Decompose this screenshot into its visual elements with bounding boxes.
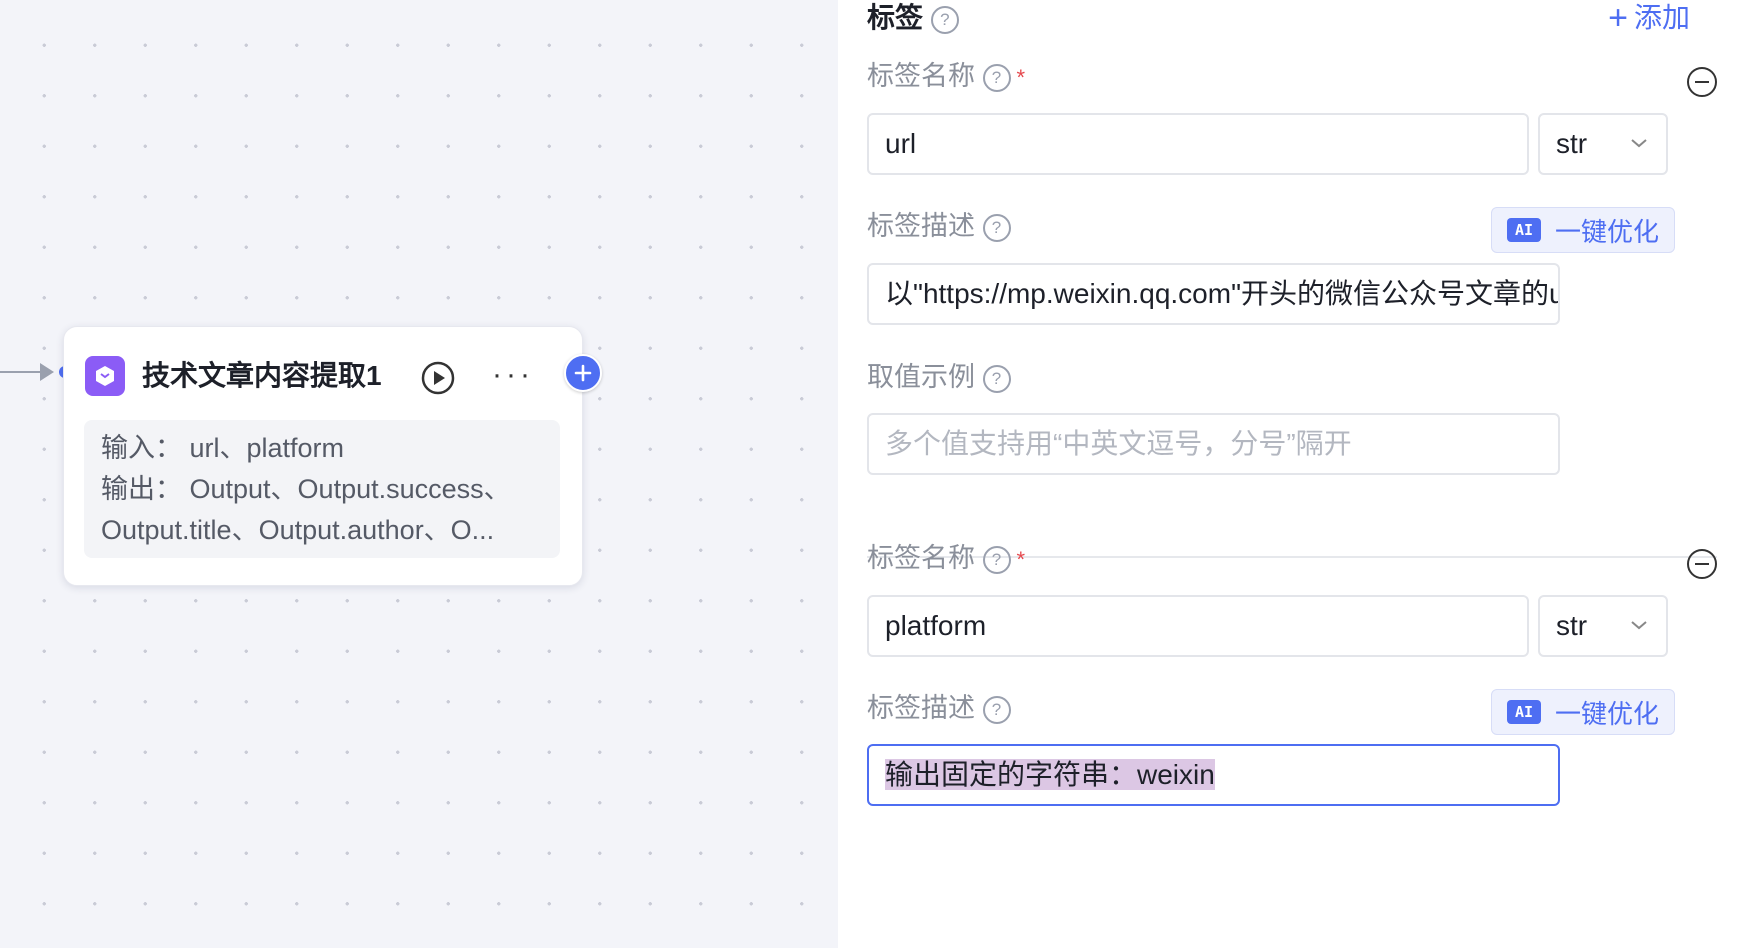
workflow-canvas[interactable]: 技术文章内容提取1 ··· 输入： url、platform 输出： Outpu…: [0, 0, 838, 948]
type-select-value: str: [1556, 610, 1588, 641]
tag-example-label: 取值示例 ?: [867, 359, 1011, 395]
node-io-summary: 输入： url、platform 输出： Output、Output.succe…: [84, 420, 560, 558]
play-icon: [421, 361, 455, 395]
type-select-value: str: [1556, 128, 1588, 159]
tag-example-label-text: 取值示例: [867, 362, 975, 392]
type-select[interactable]: str: [1538, 113, 1668, 175]
selected-text: 输出固定的字符串：weixin: [885, 759, 1215, 790]
help-icon[interactable]: ?: [982, 545, 1011, 574]
tag-name-input[interactable]: url: [867, 113, 1529, 175]
help-icon[interactable]: ?: [982, 63, 1011, 92]
help-icon[interactable]: ?: [982, 695, 1011, 724]
more-options-button[interactable]: ···: [491, 360, 535, 396]
tag-name-label: 标签名称 ? *: [867, 58, 1025, 96]
type-select[interactable]: str: [1538, 595, 1668, 657]
tag-example-input[interactable]: 多个值支持用“中英文逗号，分号”隔开: [867, 413, 1560, 475]
tag-name-label: 标签名称 ? *: [867, 540, 1025, 578]
section-title-text: 标签: [867, 2, 924, 33]
chevron-down-icon: [1631, 139, 1647, 148]
tag-name-label-text: 标签名称: [867, 61, 975, 91]
workflow-node[interactable]: 技术文章内容提取1 ··· 输入： url、platform 输出： Outpu…: [63, 326, 583, 586]
tag-name-label-text: 标签名称: [867, 543, 975, 573]
edge-arrow-icon: [40, 363, 54, 381]
tag-config-panel: 标签 ? + 添加 标签名称 ? * url str 标签描述 ? AI 一键优化 …: [838, 0, 1750, 948]
remove-tag-button[interactable]: [1687, 67, 1717, 97]
tag-desc-label-text: 标签描述: [867, 693, 975, 723]
help-icon[interactable]: ?: [930, 5, 959, 34]
chevron-down-icon: [1631, 621, 1647, 630]
node-output-line: 输出： Output、Output.success、: [101, 474, 511, 504]
ai-optimize-label: 一键优化: [1554, 698, 1659, 729]
required-mark: *: [1016, 64, 1026, 90]
ai-badge-icon: AI: [1506, 218, 1541, 242]
add-node-button[interactable]: [564, 354, 602, 392]
remove-tag-button[interactable]: [1687, 549, 1717, 579]
help-icon[interactable]: ?: [982, 364, 1011, 393]
ai-optimize-label: 一键优化: [1554, 216, 1659, 247]
tag-desc-label: 标签描述 ?: [867, 690, 1011, 726]
node-type-icon: [85, 356, 125, 396]
node-input-line: 输入： url、platform: [101, 433, 345, 463]
tag-desc-input[interactable]: 以"https://mp.weixin.qq.com"开头的微信公众号文章的ur…: [867, 263, 1560, 325]
ai-optimize-button[interactable]: AI 一键优化: [1491, 207, 1675, 253]
tag-desc-input[interactable]: 输出固定的字符串：weixin: [867, 744, 1560, 806]
tag-desc-label: 标签描述 ?: [867, 208, 1011, 244]
add-tag-label: 添加: [1633, 2, 1690, 33]
add-tag-button[interactable]: + 添加: [1608, 0, 1690, 36]
run-button[interactable]: [420, 360, 456, 396]
tag-name-input[interactable]: platform: [867, 595, 1529, 657]
plus-icon: +: [1608, 0, 1628, 37]
node-output-line-2: Output.title、Output.author、O...: [101, 515, 495, 545]
node-title: 技术文章内容提取1: [142, 360, 382, 391]
ai-optimize-button[interactable]: AI 一键优化: [1491, 689, 1675, 735]
ai-badge-icon: AI: [1506, 700, 1541, 724]
plus-icon: [574, 364, 592, 382]
section-title: 标签 ?: [867, 0, 959, 36]
help-icon[interactable]: ?: [982, 213, 1011, 242]
required-mark: *: [1016, 546, 1026, 572]
tag-desc-label-text: 标签描述: [867, 211, 975, 241]
